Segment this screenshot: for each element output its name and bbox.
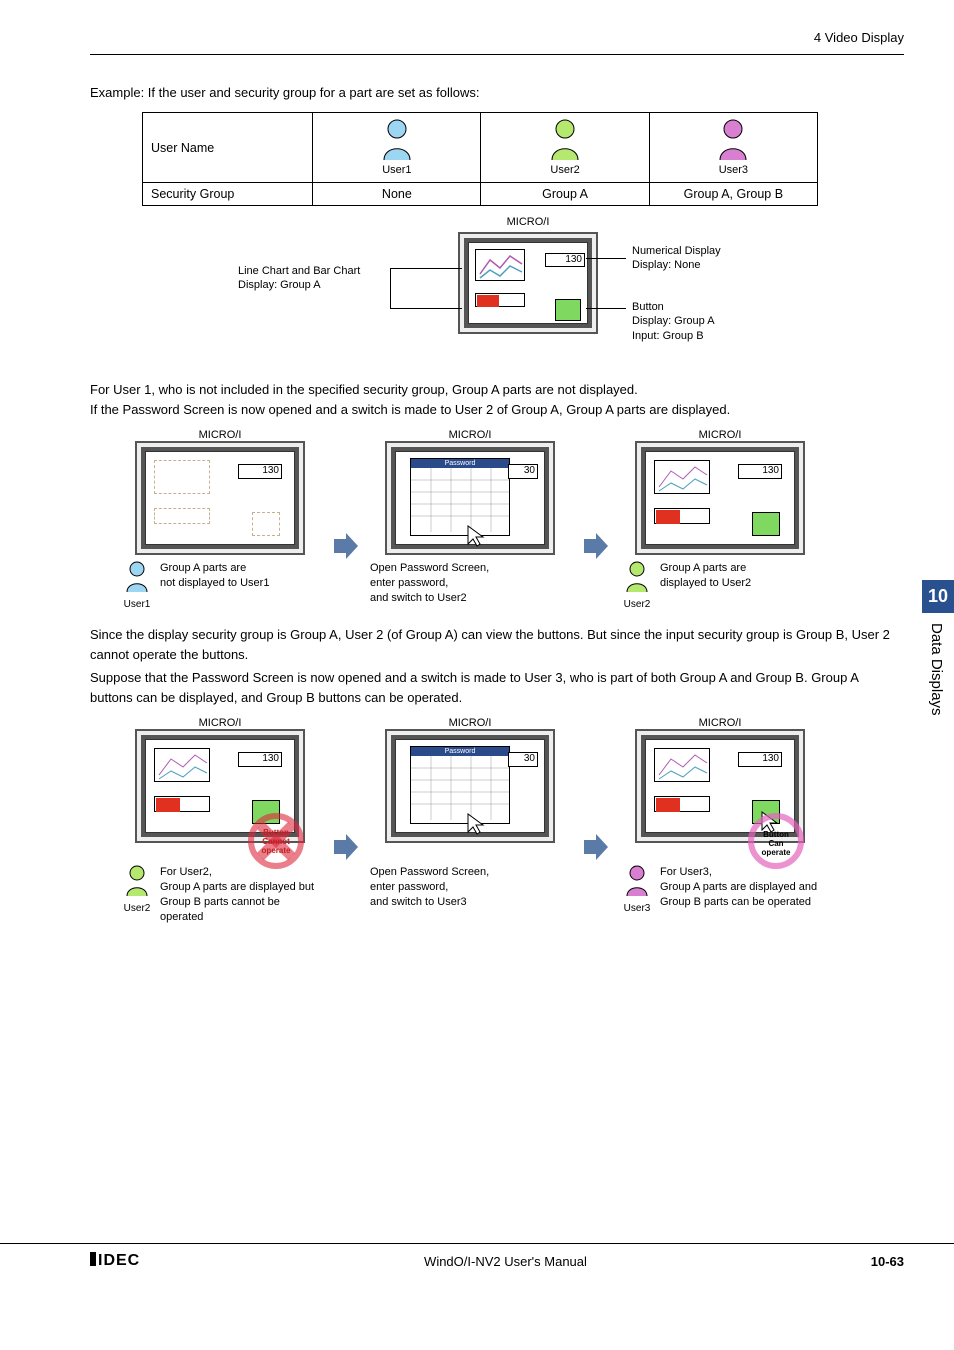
s2-title1: MICRO/I [120,717,320,729]
intro-text: Example: If the user and security group … [90,85,904,100]
s2-user2: User2 [120,902,154,916]
s1-title2: MICRO/I [370,429,570,441]
cursor-icon [466,812,486,836]
s1-screen3: 130 [635,441,805,555]
screen-main: 130 [458,232,598,334]
user1-name: User1 [321,164,472,176]
s2-cap3a: For User3, [660,865,820,880]
s1-num1: 130 [238,464,282,479]
brand-logo: IDEC [90,1252,140,1270]
left-callout: Line Chart and Bar Chart Display: Group … [238,264,360,293]
s2-user3-icon [624,865,650,897]
s2-title3: MICRO/I [620,717,820,729]
s1-cap2b: enter password, [370,576,570,591]
pw-label: Password [411,459,509,468]
s1-user2-icon [624,561,650,593]
user3-icon [716,119,750,161]
arrow-icon [332,834,358,863]
s1-title1: MICRO/I [120,429,320,441]
group1: None [313,183,481,206]
s2-screen2: Password 30 [385,729,555,843]
badge-cannot-b: Cannot operate [254,838,298,856]
page-number: 10-63 [871,1254,904,1269]
right-callout-1: Numerical Display Display: None [632,244,721,273]
r2c: Input: Group B [632,329,715,343]
s2-cap2b: enter password, [370,880,570,895]
header-rule [90,54,904,55]
s1-cap1b: not displayed to User1 [160,576,320,591]
user1-icon [380,119,414,161]
s1-cap1a: Group A parts are [160,561,320,576]
micro-label: MICRO/I [458,216,598,228]
diagram-main: MICRO/I 130 Line Chart and Bar Chart Dis… [142,216,904,376]
line-chart-icon [476,250,526,282]
row-label-username: User Name [143,113,313,183]
user1-cell: User1 [313,113,481,183]
s1-cap3b: displayed to User2 [660,576,820,591]
right-callout-2: Button Display: Group A Input: Group B [632,300,715,343]
footer: IDEC WindO/I-NV2 User's Manual 10-63 [0,1243,954,1290]
para1a: For User 1, who is not included in the s… [90,380,904,400]
arrow-icon [582,533,608,562]
s1-screen2: Password 30 [385,441,555,555]
s2-cap2a: Open Password Screen, [370,865,570,880]
button-icon [555,299,581,321]
user3-name: User3 [658,164,809,176]
s2-cap1b: Group A parts are displayed but [160,880,320,895]
sequence-2: MICRO/I 130 Button Cannot operate User2 [120,717,904,924]
para1b: If the Password Screen is now opened and… [90,400,904,420]
para2b: Suppose that the Password Screen is now … [90,668,904,707]
row-label-group: Security Group [143,183,313,206]
s2-cap1c: Group B parts cannot be operated [160,895,320,925]
s1-cap3a: Group A parts are [660,561,820,576]
s1-cap2c: and switch to User2 [370,591,570,606]
s2-cap2c: and switch to User3 [370,895,570,910]
r1b: Display: None [632,258,721,272]
badge-can-b: Can operate [756,840,796,858]
user2-name: User2 [489,164,640,176]
s2-cap3c: Group B parts can be operated [660,895,820,910]
s1-user2: User2 [620,598,654,612]
s1-cap2a: Open Password Screen, [370,561,570,576]
s1-user1-icon [124,561,150,593]
s1-num3: 130 [738,464,782,479]
s1-pwnum: 30 [508,464,538,479]
r1a: Numerical Display [632,244,721,258]
s2-num3: 130 [738,752,782,767]
arrow-icon [582,834,608,863]
user3-cell: User3 [649,113,817,183]
arrow-icon [332,533,358,562]
s2-num1: 130 [238,752,282,767]
security-table: User Name User1 User2 [142,112,818,206]
s2-title2: MICRO/I [370,717,570,729]
r2b: Display: Group A [632,314,715,328]
s2-user3: User3 [620,902,654,916]
sequence-1: MICRO/I 130 User1 Group A parts are not … [120,429,904,611]
s1-title3: MICRO/I [620,429,820,441]
chapter-title: Data Displays [922,613,951,726]
pw-label2: Password [411,747,509,756]
user2-cell: User2 [481,113,649,183]
user2-icon [548,119,582,161]
bar-chart-icon [477,295,499,307]
s2-user2-icon [124,865,150,897]
header-section: 4 Video Display [814,30,904,45]
s1-screen1: 130 [135,441,305,555]
chapter-number: 10 [922,580,954,613]
r2a: Button [632,300,715,314]
cursor-icon [466,524,486,548]
s2-pwnum: 30 [508,752,538,767]
left-callout-1: Line Chart and Bar Chart [238,264,360,278]
group2: Group A [481,183,649,206]
para2a: Since the display security group is Grou… [90,625,904,664]
s2-cap1a: For User2, [160,865,320,880]
s1-user1: User1 [120,598,154,612]
numeric-display: 130 [545,253,585,267]
chapter-tab: 10 Data Displays [922,580,954,726]
footer-title: WindO/I-NV2 User's Manual [424,1254,587,1269]
brand-text: IDEC [98,1252,140,1269]
s2-cap3b: Group A parts are displayed and [660,880,820,895]
group3: Group A, Group B [649,183,817,206]
left-callout-2: Display: Group A [238,278,360,292]
